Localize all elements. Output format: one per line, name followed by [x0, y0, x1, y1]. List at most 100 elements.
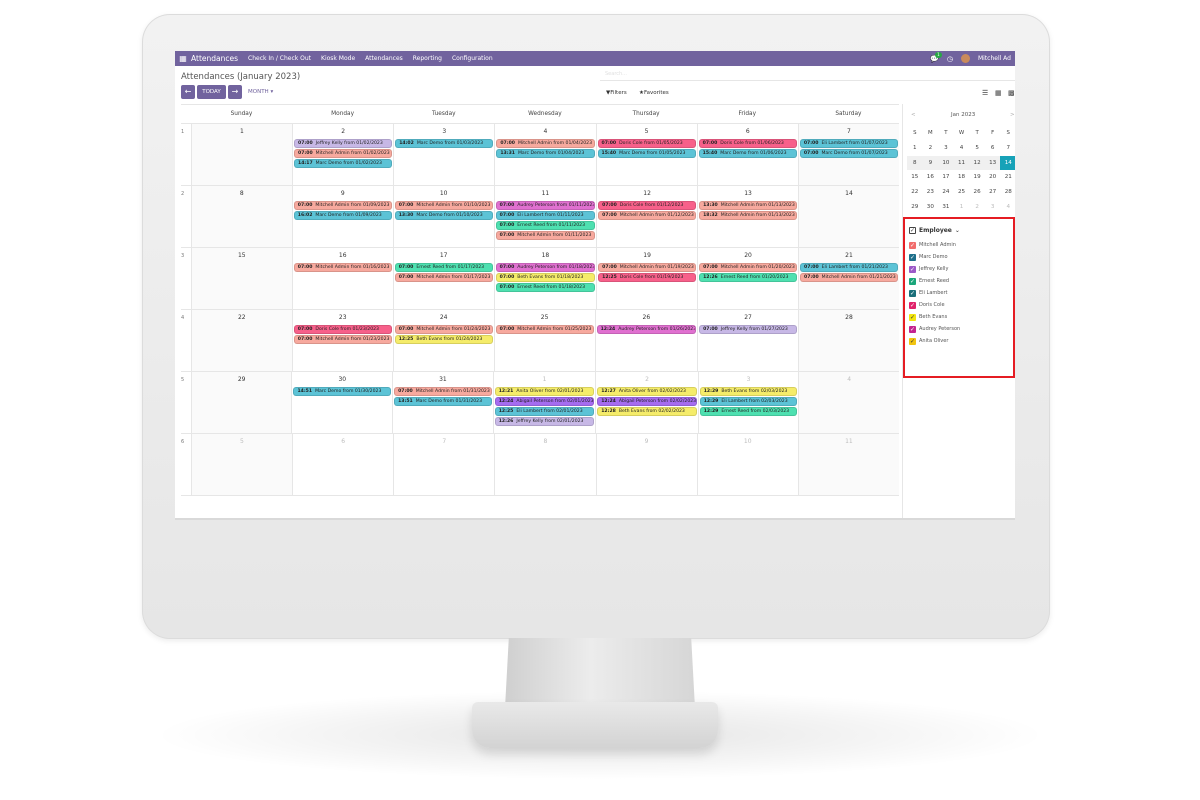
calendar-event[interactable]: 14:02 Marc Demo from 01/03/2023: [395, 139, 494, 148]
employee-filter-item[interactable]: ✓ Beth Evans: [909, 311, 960, 323]
filters-button[interactable]: ▼Filters: [606, 90, 627, 96]
avatar[interactable]: [960, 54, 970, 63]
calendar-event[interactable]: 07:00 Mitchell Admin from 01/12/2023: [598, 211, 697, 220]
calendar-day-cell[interactable]: 31 07:00 Mitchell Admin from 01/31/2023 13:…: [392, 372, 493, 433]
calendar-day-cell[interactable]: 6: [292, 434, 393, 495]
apps-grid-icon[interactable]: ▦: [175, 54, 191, 63]
calendar-event[interactable]: 14:17 Marc Demo from 01/02/2023: [294, 159, 393, 168]
calendar-day-cell[interactable]: 16 07:00 Mitchell Admin from 01/16/2023: [291, 248, 393, 309]
calendar-day-cell[interactable]: 1 12:21 Anita Oliver from 02/01/2023 12:24 A…: [492, 372, 596, 433]
calendar-day-cell[interactable]: 30 14:51 Marc Demo from 01/30/2023: [291, 372, 392, 433]
calendar-event[interactable]: 07:00 Marc Demo from 01/07/2023: [799, 149, 898, 158]
calendar-event[interactable]: 07:00 Mitchell Admin from 01/23/2023: [293, 335, 392, 344]
mini-day[interactable]: 3: [938, 141, 954, 156]
calendar-day-cell[interactable]: 4 07:00 Mitchell Admin from 01/04/2023 13:3…: [494, 124, 595, 185]
mini-day[interactable]: 26: [969, 185, 985, 200]
calendar-event[interactable]: 16:02 Marc Demo from 01/09/2023: [293, 211, 392, 220]
employee-filter-item[interactable]: ✓ Anita Oliver: [909, 335, 960, 347]
mini-day[interactable]: 12: [969, 155, 985, 171]
mini-day[interactable]: 22: [907, 185, 923, 200]
mini-day[interactable]: 19: [969, 170, 985, 185]
mini-day[interactable]: 30: [923, 200, 939, 215]
calendar-event[interactable]: 07:00 Beth Evans from 01/18/2023: [495, 273, 596, 282]
calendar-event[interactable]: 18:32 Mitchell Admin from 01/13/2023: [699, 211, 798, 220]
menu-check-in-out[interactable]: Check In / Check Out: [248, 55, 311, 62]
calendar-event[interactable]: 07:00 Ernest Reed from 01/17/2023: [394, 263, 493, 272]
calendar-day-cell[interactable]: 7: [393, 434, 494, 495]
checkbox-icon[interactable]: ✓: [909, 265, 916, 273]
calendar-day-cell[interactable]: 22: [190, 310, 292, 371]
employee-filter-item[interactable]: ✓ Jeffrey Kelly: [909, 263, 960, 275]
calendar-event[interactable]: 07:00 Jeffrey Kelly from 01/27/2023: [699, 325, 798, 334]
calendar-event[interactable]: 07:00 Audrey Peterson from 01/18/2023: [495, 263, 596, 272]
calendar-day-cell[interactable]: 20 07:00 Mitchell Admin from 01/20/2023 12:…: [697, 248, 798, 309]
calendar-day-cell[interactable]: 24 07:00 Mitchell Admin from 01/24/2023 12:…: [392, 310, 494, 371]
calendar-day-cell[interactable]: 4: [798, 372, 900, 433]
calendar-event[interactable]: 07:00 Mitchell Admin from 01/20/2023: [699, 263, 798, 272]
calendar-event[interactable]: 07:00 Mitchell Admin from 01/10/2023: [394, 201, 493, 210]
chat-icon[interactable]: 💬 1: [930, 51, 942, 63]
list-view-icon[interactable]: ☰: [982, 89, 988, 97]
calendar-event[interactable]: 07:00 Audrey Peterson from 01/11/2023: [495, 201, 596, 210]
calendar-event[interactable]: 07:00 Mitchell Admin from 01/11/2023: [495, 231, 596, 240]
calendar-day-cell[interactable]: 21 07:00 Eli Lambert from 01/21/2023 07:00 M…: [798, 248, 899, 309]
calendar-day-cell[interactable]: 29: [190, 372, 292, 433]
mini-day[interactable]: 17: [938, 170, 954, 185]
mini-day[interactable]: 27: [985, 185, 1001, 200]
calendar-event[interactable]: 07:00 Mitchell Admin from 01/16/2023: [293, 263, 392, 272]
mini-day[interactable]: 8: [907, 155, 923, 171]
calendar-event[interactable]: 07:00 Mitchell Admin from 01/25/2023: [495, 325, 594, 334]
calendar-event[interactable]: 12:29 Eli Lambert from 02/03/2023: [699, 397, 798, 406]
calendar-event[interactable]: 12:26 Ernest Reed from 01/20/2023: [699, 273, 798, 282]
calendar-view-icon[interactable]: ▩: [1008, 89, 1015, 97]
employee-filter-item[interactable]: ✓ Ernest Reed: [909, 275, 960, 287]
calendar-event[interactable]: 07:00 Ernest Reed from 01/18/2023: [495, 283, 596, 292]
calendar-day-cell[interactable]: 8: [494, 434, 595, 495]
mini-day[interactable]: 3: [985, 200, 1001, 215]
mini-day[interactable]: 18: [954, 170, 970, 185]
mini-day[interactable]: 28: [1000, 185, 1015, 200]
employee-filter-item[interactable]: ✓ Eli Lambert: [909, 287, 960, 299]
user-name[interactable]: Mitchell Ad: [978, 55, 1011, 62]
mini-day[interactable]: 14: [1000, 155, 1015, 171]
mini-day[interactable]: 1: [907, 141, 923, 156]
calendar-event[interactable]: 13:31 Marc Demo from 01/04/2023: [496, 149, 595, 158]
calendar-event[interactable]: 14:51 Marc Demo from 01/30/2023: [293, 387, 392, 396]
calendar-event[interactable]: 07:00 Mitchell Admin from 01/17/2023: [394, 273, 493, 282]
calendar-day-cell[interactable]: 9 07:00 Mitchell Admin from 01/09/2023 16:0…: [291, 186, 393, 247]
checkbox-icon[interactable]: ✓: [909, 313, 916, 321]
mini-day[interactable]: 2: [969, 200, 985, 215]
calendar-event[interactable]: 12:25 Beth Evans from 01/24/2023: [394, 335, 493, 344]
calendar-event[interactable]: 12:29 Ernest Reed from 02/03/2023: [699, 407, 798, 416]
calendar-day-cell[interactable]: 9: [595, 434, 697, 495]
calendar-event[interactable]: 12:27 Anita Oliver from 02/02/2023: [597, 387, 697, 396]
calendar-event[interactable]: 07:00 Mitchell Admin from 01/19/2023: [598, 263, 697, 272]
calendar-event[interactable]: 07:00 Doris Cole from 01/06/2023: [698, 139, 797, 148]
calendar-day-cell[interactable]: 26 12:24 Audrey Peterson from 01/26/2023: [594, 310, 698, 371]
calendar-day-cell[interactable]: 14: [798, 186, 899, 247]
mini-next-icon[interactable]: >: [1010, 112, 1015, 118]
mini-day[interactable]: 4: [954, 141, 970, 156]
mini-day[interactable]: 4: [1000, 200, 1015, 215]
calendar-event[interactable]: 07:00 Mitchell Admin from 01/09/2023: [293, 201, 392, 210]
mini-day[interactable]: 5: [969, 141, 985, 156]
calendar-event[interactable]: 12:24 Audrey Peterson from 01/26/2023: [596, 325, 697, 334]
calendar-event[interactable]: 07:00 Ernest Reed from 01/11/2023: [495, 221, 596, 230]
calendar-event[interactable]: 07:00 Jeffrey Kelly from 01/02/2023: [294, 139, 393, 148]
mini-day[interactable]: 24: [938, 185, 954, 200]
calendar-day-cell[interactable]: 17 07:00 Ernest Reed from 01/17/2023 07:00 M…: [392, 248, 494, 309]
menu-reporting[interactable]: Reporting: [413, 55, 442, 62]
calendar-day-cell[interactable]: 27 07:00 Jeffrey Kelly from 01/27/2023: [697, 310, 798, 371]
calendar-event[interactable]: 12:29 Beth Evans from 02/03/2023: [699, 387, 798, 396]
checkbox-icon[interactable]: ✓: [909, 277, 916, 285]
mini-day[interactable]: 20: [985, 170, 1001, 185]
checkbox-icon[interactable]: ✓: [909, 253, 916, 261]
checkbox-icon[interactable]: ✓: [909, 289, 916, 297]
calendar-day-cell[interactable]: 5 07:00 Doris Cole from 01/05/2023 15:40 Mar…: [595, 124, 697, 185]
calendar-day-cell[interactable]: 25 07:00 Mitchell Admin from 01/25/2023: [493, 310, 595, 371]
mini-day[interactable]: 23: [923, 185, 939, 200]
mini-day[interactable]: 16: [923, 170, 939, 185]
scale-dropdown[interactable]: MONTH ▾: [248, 89, 273, 95]
mini-day[interactable]: 7: [1000, 141, 1015, 156]
calendar-day-cell[interactable]: 3 12:29 Beth Evans from 02/03/2023 12:29 Eli…: [697, 372, 799, 433]
